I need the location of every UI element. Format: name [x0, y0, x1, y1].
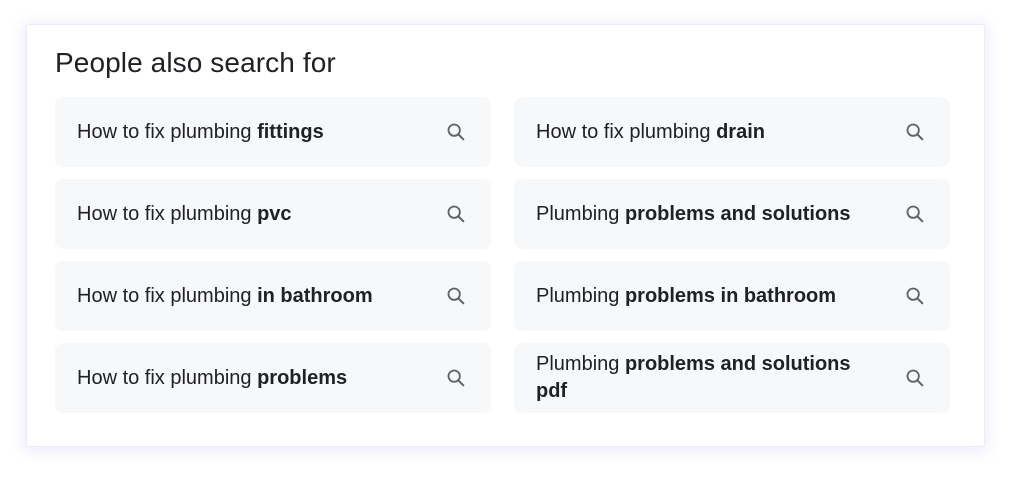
chip-label-prefix: Plumbing: [536, 284, 625, 307]
related-search-chip[interactable]: Plumbing problems and solutions: [514, 179, 950, 249]
chip-label: How to fix plumbing drain: [536, 119, 904, 146]
chip-label: How to fix plumbing fittings: [77, 119, 445, 146]
chip-label-prefix: How to fix plumbing: [77, 366, 258, 389]
related-search-chip[interactable]: How to fix plumbing in bathroom: [55, 261, 491, 331]
search-icon: [445, 285, 467, 307]
related-search-chip[interactable]: How to fix plumbing drain: [514, 97, 950, 167]
related-search-chip[interactable]: Plumbing problems and solutions pdf: [514, 343, 950, 413]
chip-label-prefix: How to fix plumbing: [77, 202, 258, 225]
chip-label-bold: problems and solutions: [624, 202, 851, 225]
search-icon: [445, 367, 467, 389]
search-icon: [445, 121, 467, 143]
search-icon: [904, 367, 926, 389]
related-search-chip[interactable]: Plumbing problems in bathroom: [514, 261, 950, 331]
chip-label: Plumbing problems and solutions: [536, 201, 904, 228]
panel-title: People also search for: [55, 47, 336, 78]
chip-label-prefix: Plumbing: [536, 353, 625, 375]
chip-label-bold: problems: [257, 366, 348, 389]
chip-label-bold: drain: [716, 120, 765, 143]
people-also-search-for-panel: People also search for How to fix plumbi…: [27, 25, 984, 446]
related-searches-grid: How to fix plumbing fittings How to fix …: [55, 97, 950, 413]
chip-label: Plumbing problems in bathroom: [536, 283, 904, 310]
search-icon: [445, 203, 467, 225]
search-icon: [904, 203, 926, 225]
chip-label: How to fix plumbing in bathroom: [77, 283, 445, 310]
chip-label-prefix: How to fix plumbing: [77, 284, 258, 307]
chip-label-prefix: Plumbing: [536, 202, 625, 225]
chip-label-prefix: How to fix plumbing: [77, 120, 258, 143]
chip-label-bold: pvc: [257, 202, 292, 225]
search-icon: [904, 121, 926, 143]
chip-label: Plumbing problems and solutions pdf: [536, 351, 904, 405]
chip-label: How to fix plumbing pvc: [77, 201, 445, 228]
related-search-chip[interactable]: How to fix plumbing pvc: [55, 179, 491, 249]
search-icon: [904, 285, 926, 307]
chip-label-prefix: How to fix plumbing: [536, 120, 717, 143]
chip-label-bold: problems in bathroom: [624, 284, 837, 307]
related-search-chip[interactable]: How to fix plumbing problems: [55, 343, 491, 413]
chip-label-bold: in bathroom: [257, 284, 373, 307]
chip-label: How to fix plumbing problems: [77, 365, 445, 392]
chip-label-bold: fittings: [257, 120, 324, 143]
related-search-chip[interactable]: How to fix plumbing fittings: [55, 97, 491, 167]
